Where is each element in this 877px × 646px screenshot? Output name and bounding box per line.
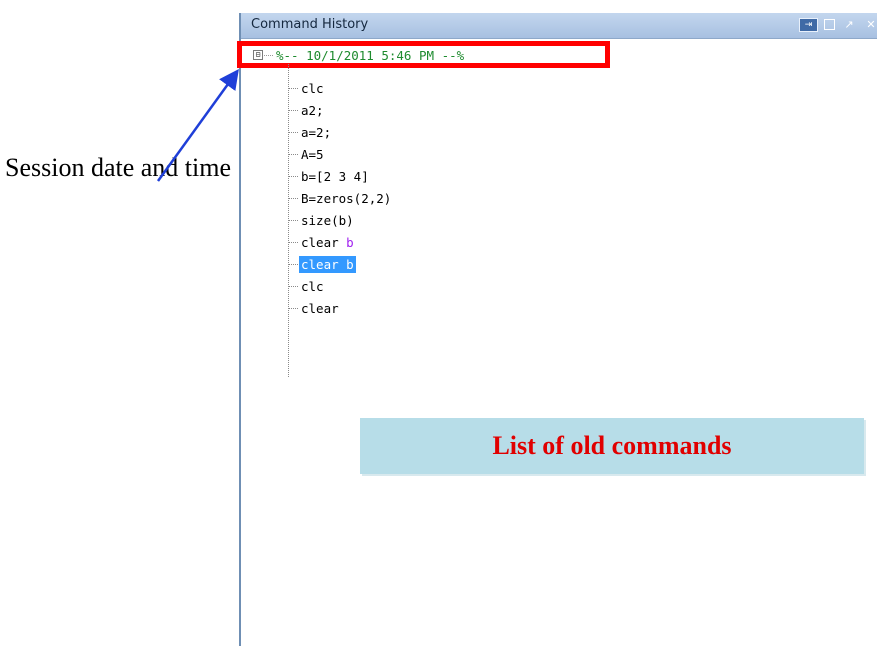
command-list: clc a2; a=2; A=5 b=[2 3 4] B=zeros(2,2) … xyxy=(288,77,393,319)
command-item[interactable]: a2; xyxy=(288,99,393,121)
maximize-icon[interactable] xyxy=(824,19,835,30)
session-header-label: %-- 10/1/2011 5:46 PM --% xyxy=(276,47,465,63)
command-item[interactable]: clear xyxy=(288,297,393,319)
panel-titlebar: Command History ⇥ ↗ ✕ xyxy=(241,13,877,39)
command-item[interactable]: size(b) xyxy=(288,209,393,231)
arrow-icon[interactable]: ↗ xyxy=(841,17,857,32)
tree-connector xyxy=(264,54,273,56)
command-item[interactable]: B=zeros(2,2) xyxy=(288,187,393,209)
collapse-icon[interactable]: ⊟ xyxy=(253,50,263,60)
command-item[interactable]: b=[2 3 4] xyxy=(288,165,393,187)
undock-icon[interactable]: ⇥ xyxy=(799,17,818,32)
command-item[interactable]: clear b xyxy=(288,231,393,253)
session-header[interactable]: ⊟ %-- 10/1/2011 5:46 PM --% xyxy=(253,47,464,63)
command-item[interactable]: A=5 xyxy=(288,143,393,165)
command-item[interactable]: clc xyxy=(288,275,393,297)
close-icon[interactable]: ✕ xyxy=(863,17,877,32)
command-item[interactable]: clc xyxy=(288,77,393,99)
panel-controls: ⇥ ↗ ✕ xyxy=(799,17,877,32)
command-item[interactable]: a=2; xyxy=(288,121,393,143)
session-date-annotation: Session date and time xyxy=(4,153,231,182)
command-item-selected[interactable]: clear b xyxy=(288,253,393,275)
command-history-panel: Command History ⇥ ↗ ✕ ⊟ %-- 10/1/2011 5:… xyxy=(237,13,877,646)
panel-title: Command History xyxy=(251,17,369,32)
old-commands-callout: List of old commands xyxy=(360,418,864,474)
command-arg: b xyxy=(346,234,354,250)
